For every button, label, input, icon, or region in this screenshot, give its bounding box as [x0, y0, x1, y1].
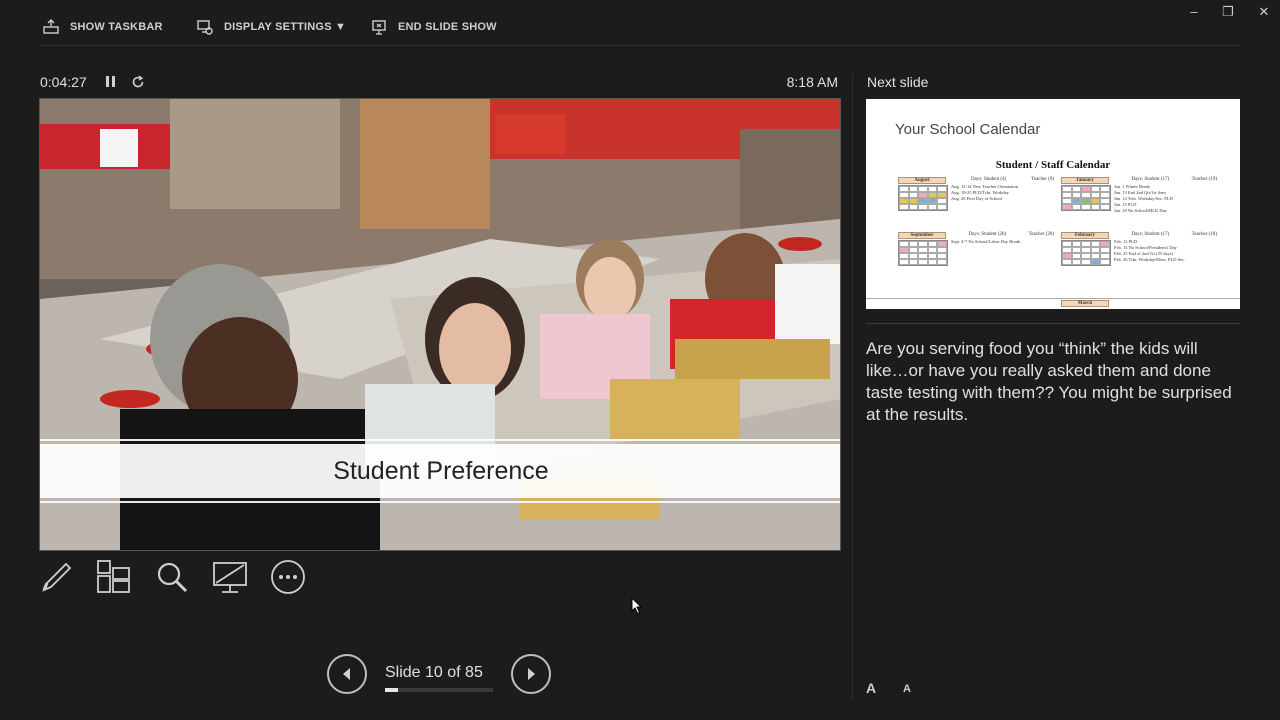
note-line: Feb. 26 Tchr. Workday/Elem. PLD Sec.: [1114, 257, 1186, 262]
next-icon: [528, 668, 535, 680]
calendar-month-march: March: [1061, 300, 1217, 307]
black-screen-button[interactable]: [211, 558, 249, 596]
month-name: February: [1061, 232, 1109, 239]
month-grid: [1061, 240, 1111, 266]
more-icon: [271, 560, 305, 594]
elapsed-timer: 0:04:27: [40, 74, 87, 90]
show-taskbar-button[interactable]: SHOW TASKBAR: [42, 18, 163, 36]
previous-icon: [343, 668, 350, 680]
restart-icon: [132, 75, 144, 88]
calendar-month-september: September Days: Student (20) Teacher (20) …: [898, 232, 1054, 266]
end-slide-show-button[interactable]: END SLIDE SHOW: [370, 18, 497, 36]
calendar-month-january: January Days: Student (17) Teacher (19) Ja…: [1061, 177, 1217, 214]
month-grid: [898, 185, 948, 211]
calendar-heading: Student / Staff Calendar: [995, 159, 1111, 171]
decrease-font-button[interactable]: A: [903, 683, 911, 695]
calendar-month-february: February Days: Student (17) Teacher (18) F…: [1061, 232, 1217, 266]
pen-tool-button[interactable]: [38, 558, 76, 596]
month-notes: Feb. 12 PLD Feb. 15 No School/President'…: [1114, 239, 1214, 263]
month-teacher: Teacher (20): [1028, 232, 1054, 237]
month-teacher: Teacher (18): [1191, 232, 1217, 237]
month-grid: [898, 240, 948, 266]
month-notes: Jan. 1 Winter Break Jan. 13 End 2nd Qtr/…: [1114, 184, 1214, 214]
current-time: 8:18 AM: [786, 74, 838, 90]
month-name: September: [898, 232, 946, 239]
month-name: August: [898, 177, 946, 184]
pen-icon: [42, 562, 72, 592]
next-slide-title: Your School Calendar: [895, 121, 1041, 138]
next-slide-button[interactable]: [511, 654, 551, 694]
month-days: Days: Student (20): [968, 232, 1007, 237]
month-days: Days: Student (4): [970, 177, 1007, 182]
thumb-divider: [866, 298, 1240, 299]
next-slide-label: Next slide: [867, 74, 929, 90]
monitor-gear-icon: [197, 20, 213, 35]
speaker-notes[interactable]: Are you serving food you “think” the kid…: [866, 338, 1240, 426]
display-settings-button[interactable]: DISPLAY SETTINGS ▼: [196, 18, 346, 36]
month-days: Days: Student (17): [1131, 232, 1170, 237]
note-line: Aug. 26 First Day of School: [951, 196, 1002, 201]
month-teacher: Teacher (9): [1031, 177, 1054, 182]
increase-font-button[interactable]: A: [866, 680, 876, 696]
calendar-month-august: August Days: Student (4) Teacher (9) Aug. …: [898, 177, 1054, 211]
topbar-divider: [40, 45, 1240, 46]
slide-progress-bar: [385, 688, 493, 692]
taskbar-icon: [43, 19, 59, 34]
see-all-slides-icon: [97, 560, 130, 593]
restore-button[interactable]: ❐: [1216, 4, 1240, 20]
zoom-button[interactable]: [153, 558, 191, 596]
slide-progress-fill: [385, 688, 398, 692]
cursor-icon: [631, 597, 643, 615]
pause-timer-button[interactable]: [103, 74, 117, 90]
current-slide[interactable]: Student Preference: [39, 98, 841, 551]
end-slide-show-label: END SLIDE SHOW: [398, 21, 497, 33]
month-name: January: [1061, 177, 1109, 184]
slide-title: Student Preference: [333, 457, 549, 485]
black-screen-icon: [213, 562, 247, 593]
more-options-button[interactable]: [269, 558, 307, 596]
month-notes: Sept. 4-7 No School/Labor Day Break: [951, 239, 1051, 245]
end-show-icon: [372, 20, 386, 35]
banner-bottom-line: [40, 501, 840, 503]
month-notes: Aug. 12-14 New Teacher Orientation Aug. …: [951, 184, 1051, 202]
month-days: Days: Student (17): [1131, 177, 1170, 182]
month-grid: [1061, 185, 1111, 211]
see-all-slides-button[interactable]: [95, 558, 133, 596]
slide-tools: [38, 558, 318, 596]
banner-top-line: [40, 439, 840, 441]
display-settings-label: DISPLAY SETTINGS ▼: [224, 21, 347, 33]
pane-divider[interactable]: [852, 74, 853, 700]
pause-icon-bar: [112, 76, 115, 87]
minimize-button[interactable]: –: [1182, 4, 1206, 20]
previous-slide-button[interactable]: [327, 654, 367, 694]
restart-timer-button[interactable]: [130, 74, 146, 90]
close-button[interactable]: ✕: [1252, 4, 1276, 20]
note-line: Jan. 18 No School/MLK Day: [1114, 208, 1167, 213]
show-taskbar-label: SHOW TASKBAR: [70, 21, 163, 33]
next-slide-preview[interactable]: Your School Calendar Student / Staff Cal…: [866, 99, 1240, 309]
month-teacher: Teacher (19): [1191, 177, 1217, 182]
slide-counter[interactable]: Slide 10 of 85: [385, 664, 483, 682]
note-line: Sept. 4-7 No School/Labor Day Break: [951, 239, 1020, 244]
notes-divider: [866, 323, 1240, 324]
month-name: March: [1061, 300, 1109, 307]
pause-icon: [106, 76, 109, 87]
zoom-icon: [157, 562, 188, 593]
